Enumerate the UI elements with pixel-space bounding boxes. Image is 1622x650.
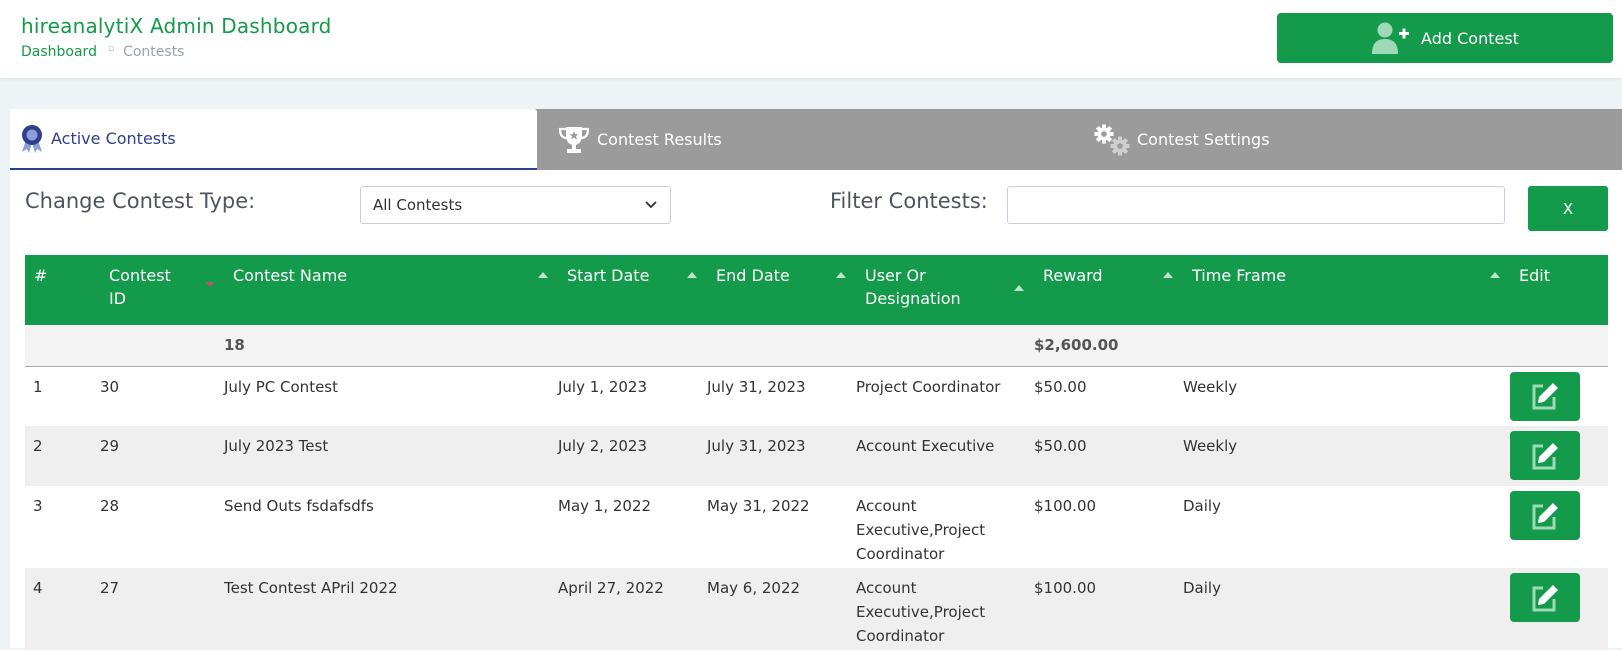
cell-designation: Account Executive: [856, 426, 1034, 486]
tab-active-contests[interactable]: Active Contests: [10, 109, 537, 170]
cell-start-date: May 1, 2022: [558, 486, 707, 568]
cell-number: 3: [25, 486, 100, 568]
edit-icon: [1532, 502, 1558, 529]
cell-reward: $100.00: [1034, 486, 1183, 568]
sort-asc-icon: [1014, 285, 1024, 291]
sort-asc-icon: [538, 272, 548, 278]
edit-icon: [1532, 383, 1558, 410]
column-header-user-designation[interactable]: User Or Designation: [856, 255, 1034, 325]
edit-button[interactable]: [1510, 491, 1580, 540]
breadcrumb-current: Contests: [123, 44, 185, 60]
column-header-contest-id[interactable]: Contest ID: [100, 255, 224, 325]
cell-contest-name: July PC Contest: [224, 366, 558, 426]
breadcrumb-separator: ▫: [107, 44, 115, 54]
edit-icon: [1532, 584, 1558, 611]
table-summary-row: 18 $2,600.00: [25, 325, 1608, 367]
trophy-icon: [557, 125, 591, 155]
tab-label: Contest Settings: [1137, 130, 1270, 149]
contest-type-select[interactable]: All Contests: [360, 186, 671, 224]
sort-desc-icon: [206, 282, 214, 287]
cell-designation: Project Coordinator: [856, 366, 1034, 426]
edit-button[interactable]: [1510, 371, 1580, 421]
cell-contest-name: Send Outs fsdafsdfs: [224, 486, 558, 568]
table-header-row: # Contest ID Contest Name Start Date End…: [25, 255, 1608, 325]
column-header-reward[interactable]: Reward: [1034, 255, 1183, 325]
app-title: hireanalytiX Admin Dashboard: [21, 14, 332, 38]
cell-contest-id: 29: [100, 426, 224, 486]
cell-end-date: July 31, 2023: [707, 426, 856, 486]
cell-number: 1: [25, 366, 100, 426]
column-header-end-date[interactable]: End Date: [707, 255, 856, 325]
add-user-icon: [1372, 22, 1410, 54]
column-header-time-frame[interactable]: Time Frame: [1183, 255, 1510, 325]
contest-type-value: All Contests: [373, 196, 463, 214]
cell-end-date: May 6, 2022: [707, 568, 856, 650]
cell-contest-id: 27: [100, 568, 224, 650]
sort-asc-icon: [687, 272, 697, 278]
column-header-number[interactable]: #: [25, 255, 100, 325]
cell-contest-name: Test Contest APril 2022: [224, 568, 558, 650]
tab-label: Contest Results: [597, 130, 722, 149]
cell-contest-name: July 2023 Test: [224, 426, 558, 486]
cell-time-frame: Weekly: [1183, 426, 1510, 486]
cell-time-frame: Daily: [1183, 568, 1510, 650]
edit-button[interactable]: [1510, 431, 1580, 480]
cell-start-date: July 1, 2023: [558, 366, 707, 426]
breadcrumb: Dashboard ▫ Contests: [21, 44, 184, 60]
contest-type-label: Change Contest Type:: [25, 189, 256, 213]
add-contest-label: Add Contest: [1421, 28, 1519, 48]
cell-start-date: April 27, 2022: [558, 568, 707, 650]
breadcrumb-dashboard-link[interactable]: Dashboard: [21, 44, 97, 60]
tab-contest-settings[interactable]: Contest Settings: [1083, 109, 1613, 170]
cell-designation: Account Executive,Project Coordinator: [856, 568, 1034, 650]
gears-icon: [1093, 124, 1131, 156]
add-contest-button[interactable]: Add Contest: [1277, 13, 1613, 63]
column-header-edit: Edit: [1510, 255, 1608, 325]
column-header-contest-name[interactable]: Contest Name: [224, 255, 558, 325]
table-row: 1 30 July PC Contest July 1, 2023 July 3…: [25, 366, 1608, 426]
sort-asc-icon: [836, 272, 846, 278]
contests-table: # Contest ID Contest Name Start Date End…: [25, 255, 1608, 650]
cell-time-frame: Daily: [1183, 486, 1510, 568]
active-contests-panel: Change Contest Type: All Contests Filter…: [10, 170, 1622, 650]
edit-icon: [1532, 442, 1558, 469]
top-header: hireanalytiX Admin Dashboard Dashboard ▫…: [0, 0, 1622, 78]
cell-contest-id: 30: [100, 366, 224, 426]
filter-contests-label: Filter Contests:: [830, 189, 988, 213]
tab-label: Active Contests: [51, 129, 176, 148]
cell-number: 4: [25, 568, 100, 650]
table-row: 3 28 Send Outs fsdafsdfs May 1, 2022 May…: [25, 486, 1608, 568]
sort-asc-icon: [1163, 272, 1173, 278]
cell-reward: $50.00: [1034, 366, 1183, 426]
column-header-start-date[interactable]: Start Date: [558, 255, 707, 325]
cell-contest-id: 28: [100, 486, 224, 568]
summary-count: 18: [224, 325, 558, 367]
cell-designation: Account Executive,Project Coordinator: [856, 486, 1034, 568]
sort-asc-icon: [1490, 272, 1500, 278]
cell-time-frame: Weekly: [1183, 366, 1510, 426]
cell-end-date: May 31, 2022: [707, 486, 856, 568]
cell-number: 2: [25, 426, 100, 486]
edit-button[interactable]: [1510, 573, 1580, 622]
cell-reward: $100.00: [1034, 568, 1183, 650]
summary-reward-total: $2,600.00: [1034, 325, 1183, 367]
award-ribbon-icon: [19, 124, 45, 154]
table-row: 4 27 Test Contest APril 2022 April 27, 2…: [25, 568, 1608, 650]
table-row: 2 29 July 2023 Test July 2, 2023 July 31…: [25, 426, 1608, 486]
cell-start-date: July 2, 2023: [558, 426, 707, 486]
chevron-down-icon: [645, 201, 657, 209]
cell-end-date: July 31, 2023: [707, 366, 856, 426]
tab-contest-results[interactable]: Contest Results: [547, 109, 1077, 170]
contest-tabs: Active Contests Contest Results Contest …: [10, 109, 1622, 170]
cell-reward: $50.00: [1034, 426, 1183, 486]
filter-contests-input[interactable]: [1007, 186, 1505, 224]
clear-filter-button[interactable]: X: [1528, 186, 1608, 231]
